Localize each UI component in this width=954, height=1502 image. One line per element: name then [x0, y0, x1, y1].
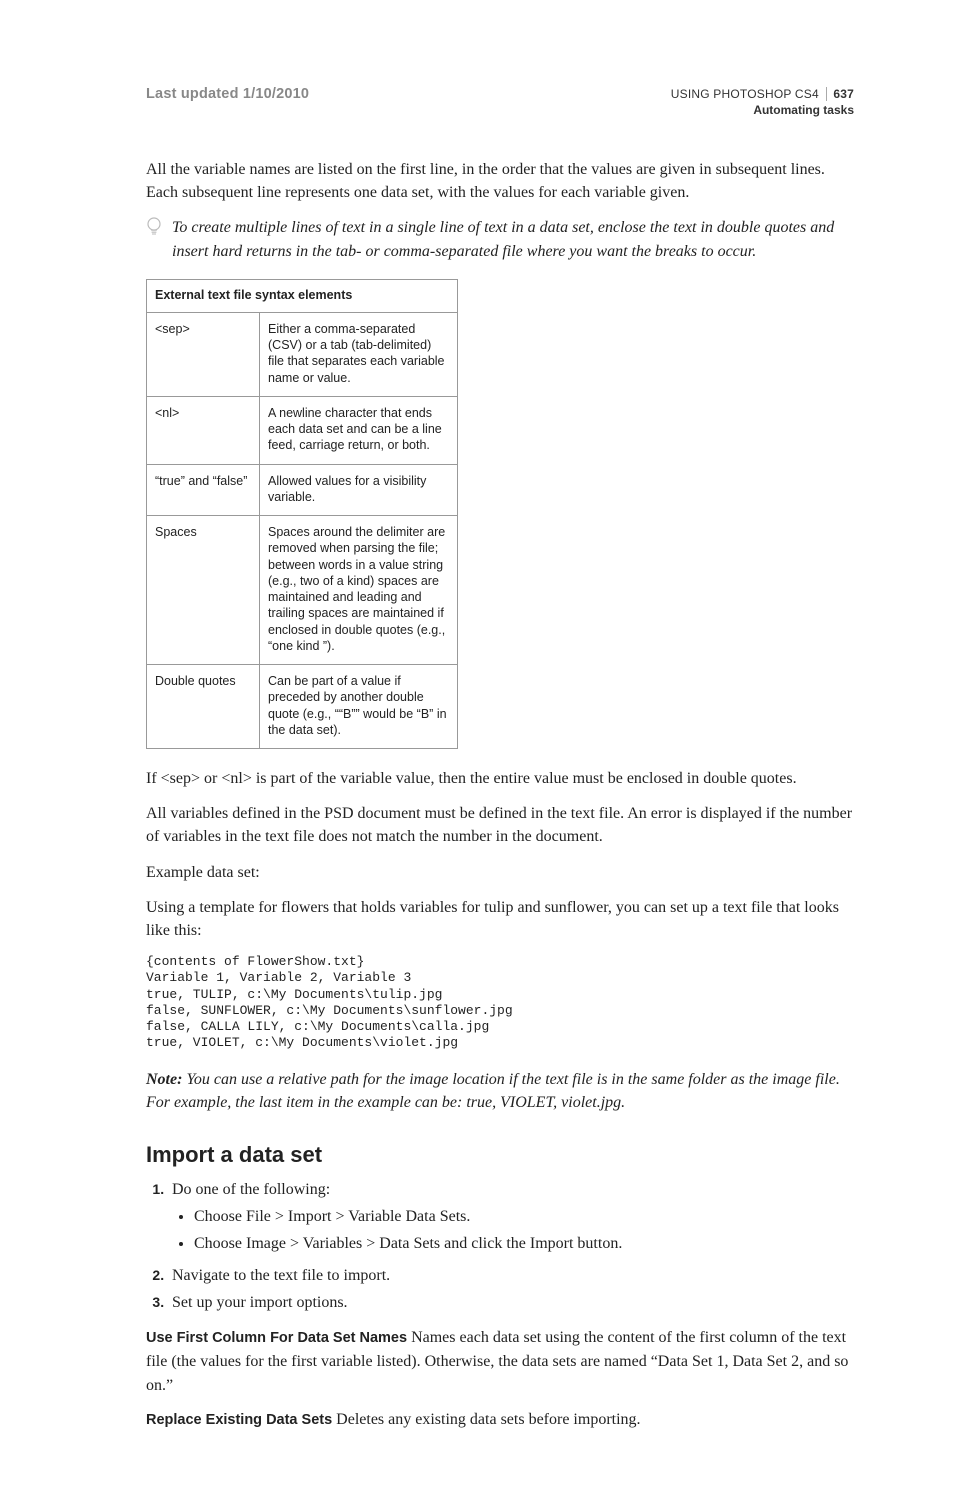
page-number: 637: [826, 87, 854, 101]
definition: Use First Column For Data Set Names Name…: [146, 1326, 854, 1398]
list-item: Choose File > Import > Variable Data Set…: [194, 1203, 854, 1230]
syntax-key: Double quotes: [147, 665, 260, 749]
note-label: Note:: [146, 1071, 182, 1088]
tip-text: To create multiple lines of text in a si…: [172, 216, 854, 262]
vars-paragraph: All variables defined in the PSD documen…: [146, 802, 854, 848]
def-text: Deletes any existing data sets before im…: [332, 1411, 640, 1428]
step-item: Do one of the following: Choose File > I…: [168, 1176, 854, 1258]
sep-paragraph: If <sep> or <nl> is part of the variable…: [146, 767, 854, 790]
last-updated: Last updated 1/10/2010: [146, 86, 309, 102]
header-right: USING PHOTOSHOP CS4 637 Automating tasks: [671, 86, 854, 118]
note-text: You can use a relative path for the imag…: [146, 1071, 840, 1111]
content: All the variable names are listed on the…: [146, 86, 854, 1432]
example-label: Example data set:: [146, 861, 854, 884]
page: Last updated 1/10/2010 USING PHOTOSHOP C…: [0, 0, 954, 1502]
intro-paragraph: All the variable names are listed on the…: [146, 158, 854, 204]
table-row: <sep> Either a comma-separated (CSV) or …: [147, 312, 458, 396]
syntax-desc: Spaces around the delimiter are removed …: [260, 516, 458, 665]
code-block: {contents of FlowerShow.txt} Variable 1,…: [146, 954, 854, 1052]
syntax-key: <sep>: [147, 312, 260, 396]
syntax-key: “true” and “false”: [147, 464, 260, 516]
doc-title: USING PHOTOSHOP CS4: [671, 87, 819, 101]
header-section: Automating tasks: [671, 102, 854, 118]
tip-block: To create multiple lines of text in a si…: [146, 216, 854, 262]
lightbulb-icon: [146, 216, 164, 262]
table-row: Spaces Spaces around the delimiter are r…: [147, 516, 458, 665]
syntax-key: Spaces: [147, 516, 260, 665]
syntax-desc: Allowed values for a visibility variable…: [260, 464, 458, 516]
table-row: <nl> A newline character that ends each …: [147, 396, 458, 464]
syntax-desc: Either a comma-separated (CSV) or a tab …: [260, 312, 458, 396]
definition: Replace Existing Data Sets Deletes any e…: [146, 1408, 854, 1432]
syntax-key: <nl>: [147, 396, 260, 464]
def-term: Use First Column For Data Set Names: [146, 1330, 407, 1346]
def-term: Replace Existing Data Sets: [146, 1412, 332, 1428]
step-item: Set up your import options.: [168, 1289, 854, 1316]
step-text: Do one of the following:: [172, 1181, 330, 1198]
template-paragraph: Using a template for flowers that holds …: [146, 896, 854, 942]
import-heading: Import a data set: [146, 1142, 854, 1168]
sub-bullets: Choose File > Import > Variable Data Set…: [172, 1203, 854, 1257]
table-title: External text file syntax elements: [147, 279, 458, 312]
syntax-desc: A newline character that ends each data …: [260, 396, 458, 464]
syntax-table: External text file syntax elements <sep>…: [146, 279, 458, 749]
page-header: Last updated 1/10/2010 USING PHOTOSHOP C…: [146, 86, 854, 118]
note-block: Note: You can use a relative path for th…: [146, 1068, 854, 1114]
syntax-desc: Can be part of a value if preceded by an…: [260, 665, 458, 749]
steps-list: Do one of the following: Choose File > I…: [146, 1176, 854, 1316]
list-item: Choose Image > Variables > Data Sets and…: [194, 1230, 854, 1257]
table-row: Double quotes Can be part of a value if …: [147, 665, 458, 749]
table-row: “true” and “false” Allowed values for a …: [147, 464, 458, 516]
step-item: Navigate to the text file to import.: [168, 1262, 854, 1289]
